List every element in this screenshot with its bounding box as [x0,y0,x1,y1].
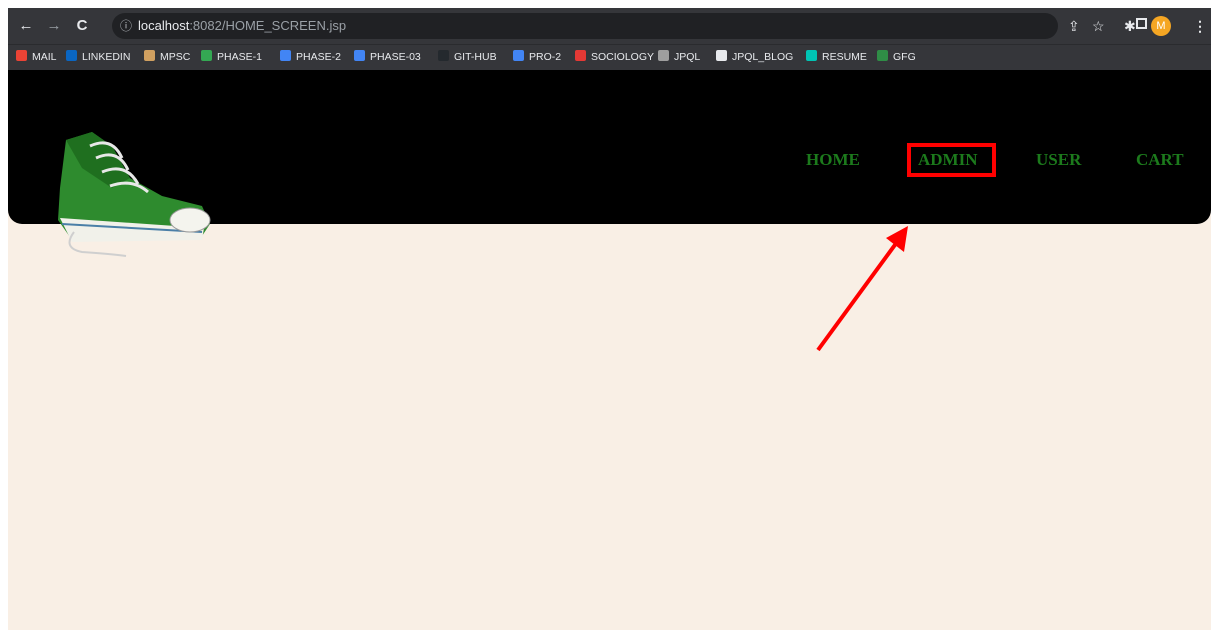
bookmark-pro-2[interactable]: PRO-2 [513,45,561,70]
bookmark-label: JPQL [674,51,701,63]
red-arrow-annotation [816,226,908,352]
globe-icon [716,50,727,61]
info-icon[interactable]: ⓘ [120,13,132,39]
bookmark-label: LINKEDIN [82,51,131,63]
bookmarks-bar: MAIL LINKEDIN MPSC PHASE-1 PHASE-2 PHASE-03 GI… [8,44,1211,70]
bookmark-git-hub[interactable]: GIT-HUB [438,45,497,70]
reload-icon[interactable]: C [72,16,92,36]
bookmark-label: MAIL [32,51,57,63]
docs-icon [280,50,291,61]
bookmark-mail[interactable]: MAIL [16,45,57,70]
resume-icon [806,50,817,61]
sidepanel-icon[interactable] [1136,18,1147,29]
bookmark-gfg[interactable]: GFG [877,45,916,70]
gmail-icon [16,50,27,61]
docs-icon [513,50,524,61]
bookmark-jpql-blog[interactable]: JPQL_BLOG [716,45,793,70]
address-bar[interactable]: ⓘ localhost:8082/HOME_SCREEN.jsp [112,13,1058,39]
bookmark-linkedin[interactable]: LINKEDIN [66,45,130,70]
star-icon[interactable]: ☆ [1092,16,1105,36]
drive-icon [201,50,212,61]
share-icon[interactable]: ⇪ [1068,16,1080,36]
bookmark-mpsc[interactable]: MPSC [144,45,190,70]
sneaker-logo-icon [58,132,211,257]
extensions-icon[interactable]: ✱ [1124,16,1136,36]
github-icon [438,50,449,61]
bookmark-label: SOCIOLOGY [591,51,655,63]
gfg-icon [877,50,888,61]
bookmark-label: PHASE-1 [217,51,262,63]
nav-home[interactable]: HOME [806,150,860,170]
bookmark-label: GIT-HUB [454,51,497,63]
bookmark-label: MPSC [160,51,191,63]
bookmark-label: RESUME [822,51,867,63]
bookmark-sociology[interactable]: SOCIOLOGY [575,45,654,70]
mpsc-icon [144,50,155,61]
linkedin-icon [66,50,77,61]
url-path: :8082/HOME_SCREEN.jsp [189,18,347,33]
bookmark-label: GFG [893,51,916,63]
bookmark-label: PHASE-03 [370,51,421,63]
url-host: localhost [138,18,190,33]
bookmark-resume[interactable]: RESUME [806,45,867,70]
bookmark-label: JPQL_BLOG [732,51,794,63]
browser-chrome: ← → C ⓘ localhost:8082/HOME_SCREEN.jsp ⇪… [8,8,1211,70]
sociology-icon [575,50,586,61]
bookmark-label: PHASE-2 [296,51,341,63]
docs-icon [354,50,365,61]
page-content: HOME ADMIN USER CART [8,70,1211,630]
nav-cart[interactable]: CART [1136,150,1184,170]
bookmark-jpql[interactable]: JPQL [658,45,700,70]
bookmark-label: PRO-2 [529,51,562,63]
bookmark-phase-1[interactable]: PHASE-1 [201,45,262,70]
menu-kebab-icon[interactable]: ⋮ [1193,16,1207,36]
bookmark-phase-2[interactable]: PHASE-2 [280,45,341,70]
admin-highlight-box [907,143,996,177]
browser-toolbar: ← → C ⓘ localhost:8082/HOME_SCREEN.jsp ⇪… [8,8,1211,44]
nav-user[interactable]: USER [1036,150,1081,170]
profile-avatar[interactable]: M [1151,16,1171,36]
forward-arrow-icon[interactable]: → [44,16,64,36]
jpql-icon [658,50,669,61]
back-arrow-icon[interactable]: ← [16,16,36,36]
bookmark-phase-03[interactable]: PHASE-03 [354,45,421,70]
